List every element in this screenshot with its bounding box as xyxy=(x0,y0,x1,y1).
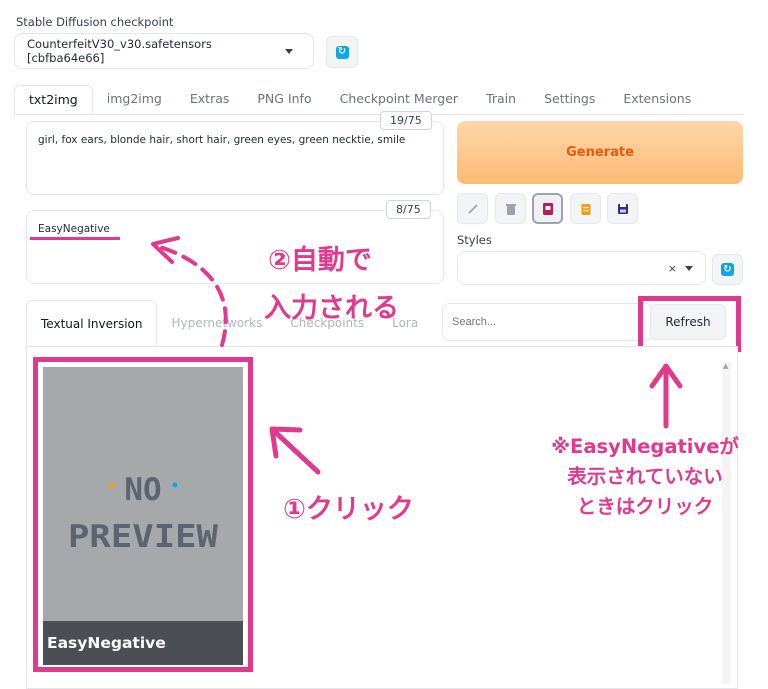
prompt-input[interactable]: girl, fox ears, blonde hair, short hair,… xyxy=(26,121,444,195)
annotation-note-line3: ときはクリック xyxy=(576,495,714,518)
negative-prompt-token-counter: 8/75 xyxy=(386,200,431,219)
gallery-scrollbar[interactable] xyxy=(722,362,731,684)
tab-extensions[interactable]: Extensions xyxy=(609,85,705,115)
generate-button[interactable]: Generate xyxy=(457,121,743,184)
clear-icon[interactable]: × xyxy=(668,262,677,275)
apply-style-button[interactable] xyxy=(570,193,601,224)
tab-extras[interactable]: Extras xyxy=(176,85,244,115)
tab-train[interactable]: Train xyxy=(472,85,530,115)
read-params-button[interactable] xyxy=(457,193,488,224)
tab-img2img[interactable]: img2img xyxy=(93,85,176,115)
save-style-button[interactable] xyxy=(607,193,638,224)
scroll-up-icon[interactable]: ▲ xyxy=(723,362,728,370)
refresh-icon: ↻ xyxy=(721,263,734,276)
styles-refresh-button[interactable]: ↻ xyxy=(712,254,743,285)
chevron-down-icon xyxy=(285,48,293,54)
checkpoint-label: Stable Diffusion checkpoint xyxy=(16,15,174,29)
trash-icon xyxy=(505,203,516,215)
extra-networks-button[interactable] xyxy=(532,193,563,224)
refresh-highlight-box xyxy=(638,296,741,352)
save-icon xyxy=(617,203,628,214)
tab-textual-inversion[interactable]: Textual Inversion xyxy=(26,300,158,346)
styles-label: Styles xyxy=(457,233,492,247)
prompt-token-counter: 19/75 xyxy=(380,111,432,130)
card-icon xyxy=(542,202,553,215)
tab-settings[interactable]: Settings xyxy=(530,85,609,115)
negative-prompt-input[interactable]: EasyNegative xyxy=(26,210,444,284)
negative-prompt-highlight-underline xyxy=(30,237,120,240)
arrow-diagonal-icon xyxy=(467,203,478,214)
checkpoint-select[interactable]: CounterfeitV30_v30.safetensors [cbfba64e… xyxy=(14,33,314,69)
checkpoint-refresh-button[interactable]: ↻ xyxy=(326,36,358,68)
search-input[interactable] xyxy=(442,303,654,341)
annotation-note-line2: 表示されていない xyxy=(567,465,723,488)
clear-prompt-button[interactable] xyxy=(495,193,526,224)
refresh-icon: ↻ xyxy=(335,45,349,59)
chevron-down-icon xyxy=(685,265,693,271)
tabs-divider xyxy=(14,114,744,115)
tab-txt2img[interactable]: txt2img xyxy=(14,85,93,115)
annotation-auto-fill-line2: 入力される xyxy=(264,293,399,324)
annotation-refresh-note: ※EasyNegativeが 表示されていない ときはクリック xyxy=(530,432,760,522)
main-tabs: txt2img img2img Extras PNG Info Checkpoi… xyxy=(14,85,744,115)
styles-select[interactable]: × xyxy=(457,251,706,285)
tab-png-info[interactable]: PNG Info xyxy=(243,85,325,115)
annotation-click: ①クリック xyxy=(283,494,414,525)
annotation-note-line1: ※EasyNegativeが xyxy=(551,435,739,458)
tab-hypernetworks[interactable]: Hypernetworks xyxy=(157,300,276,346)
card-highlight-box xyxy=(33,357,253,672)
checkpoint-value: CounterfeitV30_v30.safetensors [cbfba64e… xyxy=(27,37,212,65)
annotation-auto-fill-line1: ②自動で xyxy=(268,245,372,276)
clipboard-icon xyxy=(581,203,590,215)
